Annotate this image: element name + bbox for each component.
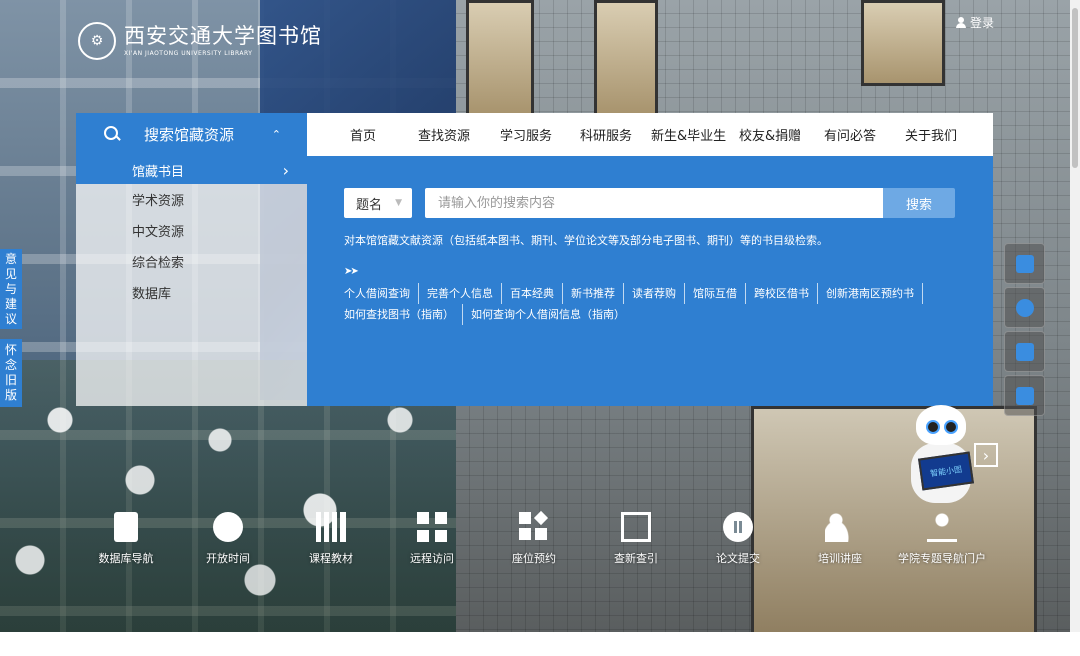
search-button[interactable]: 搜索: [883, 188, 955, 218]
float-user-button[interactable]: [1004, 331, 1045, 372]
float-record-button[interactable]: [1004, 287, 1045, 328]
seal-icon: ⚙: [78, 22, 116, 60]
login-link[interactable]: 登录: [956, 14, 994, 31]
chevron-up-icon: ⌃: [271, 128, 281, 141]
chevron-right-icon: ›: [282, 160, 289, 180]
nav-research-services[interactable]: 科研服务: [580, 125, 632, 144]
robot-eye: [926, 420, 940, 434]
quick-link-seat-reservation[interactable]: 座位预约: [484, 512, 584, 566]
quick-link-training-lectures[interactable]: 培训讲座: [790, 512, 890, 566]
link-personal-borrowing[interactable]: 个人借阅查询: [344, 283, 419, 304]
search-icon: [102, 124, 124, 146]
quick-link-college-portal[interactable]: 学院专题导航门户: [892, 512, 992, 566]
pause-circle-icon: [1015, 298, 1034, 317]
scrollbar-thumb[interactable]: [1072, 8, 1078, 168]
user-icon: [956, 17, 966, 28]
double-arrow-icon: ➤➤: [344, 266, 359, 277]
image-icon: [621, 512, 651, 542]
nav-find-resources[interactable]: 查找资源: [418, 125, 470, 144]
link-cross-campus[interactable]: 跨校区借书: [754, 283, 818, 304]
nav-faq[interactable]: 有问必答: [824, 125, 876, 144]
robot-head: [916, 405, 966, 445]
bottom-strip: [0, 632, 1080, 656]
link-hundred-classics[interactable]: 百本经典: [510, 283, 563, 304]
window: [466, 0, 534, 116]
quick-link-opening-hours[interactable]: 开放时间: [178, 512, 278, 566]
link-reader-recommend[interactable]: 读者荐购: [632, 283, 685, 304]
top-navigation: 首页 查找资源 学习服务 科研服务 新生&毕业生 校友&捐赠 有问必答 关于我们: [307, 113, 993, 156]
bar-chart-icon: [316, 512, 346, 542]
apps-icon: [1015, 254, 1034, 273]
search-description: 对本馆馆藏文献资源（包括纸本图书、期刊、学位论文等及部分电子图书、期刊）等的书目…: [344, 234, 828, 247]
quick-link-course-materials[interactable]: 课程教材: [281, 512, 381, 566]
link-interlibrary-loan[interactable]: 馆际互借: [693, 283, 746, 304]
search-resource-panel: 搜索馆藏资源 ⌃ 馆藏书目 › 学术资源 中文资源 综合检索 数据库: [76, 113, 307, 406]
smart-assistant-robot[interactable]: 智能小图: [906, 405, 976, 525]
link-guide-find-books[interactable]: 如何查找图书（指南）: [344, 304, 463, 325]
quick-service-links: 个人借阅查询 完善个人信息 百本经典 新书推荐 读者荐购 馆际互借 跨校区借书 创新港南区预约…: [344, 283, 964, 325]
search-panel-header[interactable]: 搜索馆藏资源 ⌃: [76, 113, 307, 156]
book-icon: [1015, 386, 1034, 405]
logo-subtitle: XI'AN JIAOTONG UNIVERSITY LIBRARY: [124, 49, 253, 57]
nav-freshmen-graduates[interactable]: 新生&毕业生: [651, 125, 726, 144]
grid-icon: [519, 512, 549, 542]
page-scrollbar[interactable]: [1070, 0, 1080, 632]
search-category-database[interactable]: 数据库: [76, 277, 307, 308]
search-category-catalog[interactable]: 馆藏书目 ›: [76, 156, 307, 184]
float-apps-button[interactable]: [1004, 243, 1045, 284]
search-input[interactable]: [425, 188, 883, 218]
search-field-select[interactable]: 题名 ▼: [344, 188, 412, 218]
quick-link-database-nav[interactable]: 数据库导航: [76, 512, 176, 566]
login-label: 登录: [970, 16, 995, 30]
window: [861, 0, 945, 86]
nav-learning-services[interactable]: 学习服务: [500, 125, 552, 144]
quick-link-novelty-search[interactable]: 查新查引: [586, 512, 686, 566]
nav-alumni-donation[interactable]: 校友&捐赠: [739, 125, 801, 144]
search-category-integrated[interactable]: 综合检索: [76, 246, 307, 277]
search-category-academic[interactable]: 学术资源: [76, 184, 307, 215]
quick-link-thesis-submission[interactable]: 论文提交: [688, 512, 788, 566]
people-icon: [825, 512, 855, 542]
pause-icon: [723, 512, 753, 542]
microscope-icon: [927, 512, 957, 542]
document-icon: [114, 512, 138, 542]
old-version-tab[interactable]: 怀 念 旧 版: [0, 339, 22, 407]
link-new-books[interactable]: 新书推荐: [571, 283, 624, 304]
robot-eye: [944, 420, 958, 434]
float-book-button[interactable]: [1004, 375, 1045, 416]
link-complete-profile[interactable]: 完善个人信息: [427, 283, 502, 304]
nav-home[interactable]: 首页: [350, 125, 376, 144]
quick-link-remote-access[interactable]: 远程访问: [382, 512, 482, 566]
catalog-search-area: 题名 ▼ 搜索 对本馆馆藏文献资源（包括纸本图书、期刊、学位论文等及部分电子图书…: [307, 156, 993, 406]
search-category-list: 馆藏书目 › 学术资源 中文资源 综合检索 数据库: [76, 156, 307, 406]
search-category-chinese[interactable]: 中文资源: [76, 215, 307, 246]
clock-icon: [213, 512, 243, 542]
feedback-tab[interactable]: 意 见 与 建 议: [0, 249, 22, 329]
link-innovation-harbor[interactable]: 创新港南区预约书: [826, 283, 923, 304]
search-panel-title: 搜索馆藏资源: [144, 126, 235, 144]
qr-icon: [417, 512, 447, 542]
link-guide-borrowing[interactable]: 如何查询个人借阅信息（指南）: [471, 304, 633, 325]
logo-name: 西安交通大学图书馆: [124, 23, 322, 48]
dropdown-arrow-icon: ▼: [395, 198, 402, 208]
library-logo[interactable]: ⚙ 西安交通大学图书馆 XI'AN JIAOTONG UNIVERSITY LI…: [78, 22, 322, 60]
chevron-right-icon[interactable]: ›: [974, 443, 998, 467]
window: [594, 0, 658, 116]
user-icon: [1015, 342, 1034, 361]
nav-about-us[interactable]: 关于我们: [905, 125, 957, 144]
